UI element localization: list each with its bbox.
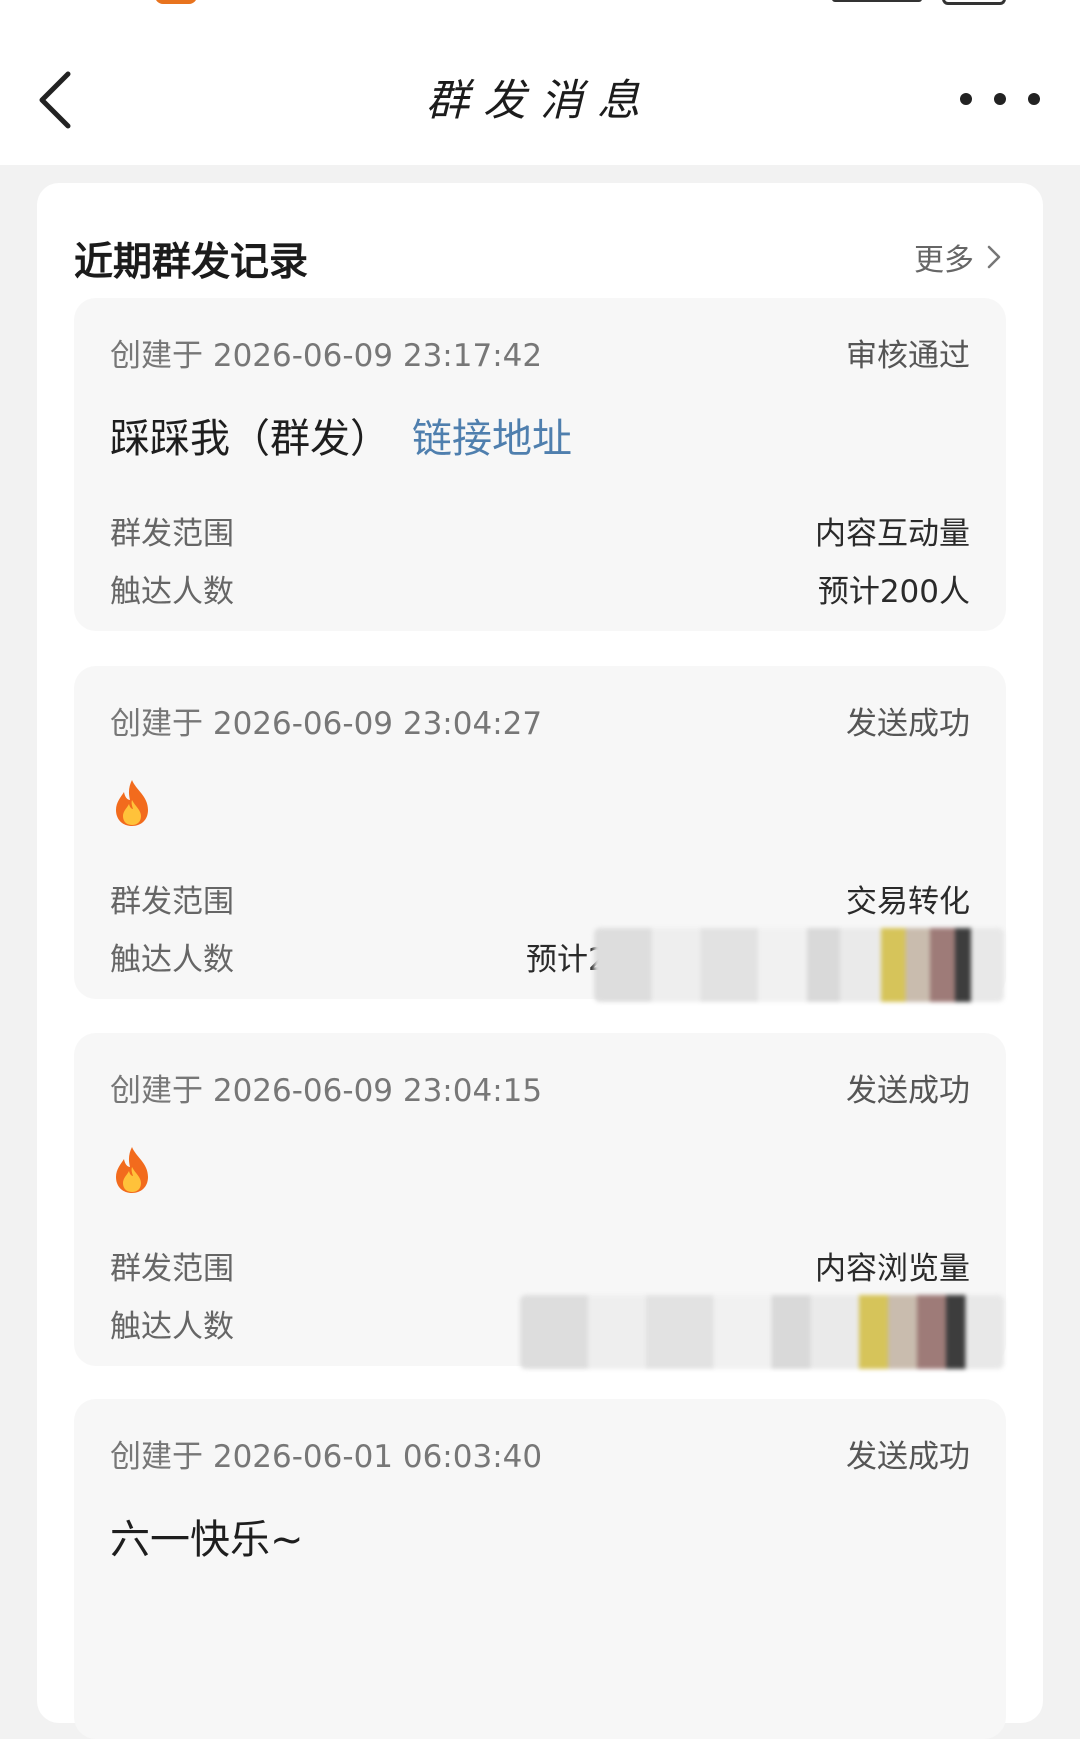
fire-icon — [116, 1147, 148, 1193]
status-badge: 发送成功 — [846, 706, 970, 742]
status-bar — [0, 0, 1080, 30]
top-navigation-bar: 群发消息 — [0, 0, 1080, 165]
page-title: 群发消息 — [426, 76, 654, 126]
status-badge: 审核通过 — [846, 338, 970, 374]
broadcast-record[interactable]: 创建于 2026-06-09 23:17:42 审核通过 踩踩我（群发） 链接地… — [74, 298, 1006, 631]
recent-broadcast-panel: 近期群发记录 更多 创建于 2026-06-09 23:17:42 审核通过 踩… — [37, 183, 1043, 1739]
message-content: 六一快乐~ — [110, 1507, 304, 1565]
created-time: 创建于 2026-06-09 23:17:42 — [110, 338, 543, 374]
message-text: 六一快乐~ — [110, 1517, 304, 1563]
dot-icon — [1028, 93, 1040, 105]
message-content: 踩踩我（群发） 链接地址 — [110, 406, 572, 464]
redacted-overlay — [594, 928, 1004, 1002]
status-badge: 发送成功 — [846, 1439, 970, 1475]
section-title: 近期群发记录 — [74, 240, 309, 285]
fire-icon — [116, 780, 148, 826]
reach-label: 触达人数 — [110, 574, 234, 610]
broadcast-record[interactable]: 创建于 2026-06-01 06:03:40 发送成功 六一快乐~ — [74, 1399, 1006, 1739]
notification-app-icon — [155, 0, 197, 4]
dot-icon — [994, 93, 1006, 105]
scope-value: 内容互动量 — [815, 516, 970, 552]
dot-icon — [960, 93, 972, 105]
created-time: 创建于 2026-06-09 23:04:27 — [110, 706, 543, 742]
scope-label: 群发范围 — [110, 516, 234, 552]
created-time: 创建于 2026-06-01 06:03:40 — [110, 1439, 543, 1475]
section-header: 近期群发记录 更多 — [74, 231, 1006, 285]
status-badge: 发送成功 — [846, 1073, 970, 1109]
redacted-overlay — [520, 1295, 1004, 1369]
scope-label: 群发范围 — [110, 884, 234, 920]
reach-label: 触达人数 — [110, 1309, 234, 1345]
created-time: 创建于 2026-06-09 23:04:15 — [110, 1073, 543, 1109]
scope-value: 内容浏览量 — [815, 1251, 970, 1287]
reach-label: 触达人数 — [110, 942, 234, 978]
more-options-button[interactable] — [960, 82, 1040, 116]
message-link[interactable]: 链接地址 — [412, 406, 572, 464]
scope-value: 交易转化 — [846, 884, 970, 920]
chevron-right-icon — [987, 245, 1001, 269]
signal-icon — [832, 0, 922, 2]
message-content — [110, 1145, 154, 1195]
message-text: 踩踩我（群发） — [110, 416, 390, 462]
broadcast-record[interactable]: 创建于 2026-06-09 23:04:27 发送成功 群发范围 交易转化 触… — [74, 666, 1006, 1002]
more-link-label: 更多 — [914, 243, 974, 278]
message-content — [110, 778, 154, 828]
reach-value: 预计200人 — [817, 574, 970, 610]
scope-label: 群发范围 — [110, 1251, 234, 1287]
battery-icon — [942, 0, 1006, 5]
broadcast-record[interactable]: 创建于 2026-06-09 23:04:15 发送成功 群发范围 内容浏览量 … — [74, 1033, 1006, 1369]
more-link[interactable]: 更多 — [914, 235, 1006, 279]
